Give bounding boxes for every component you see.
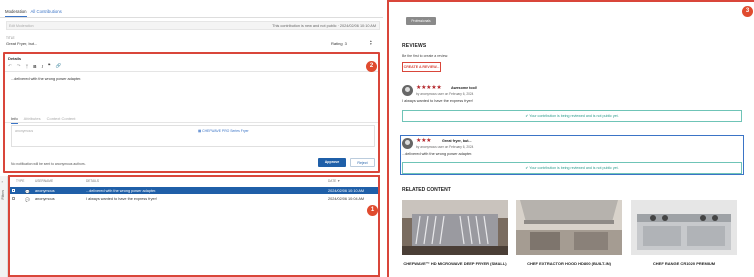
review-pending-notice: ✔ Your contribution is being reviewed an… <box>402 110 742 122</box>
row-username: anonymous <box>35 188 55 193</box>
row-username: anonymous <box>35 196 55 201</box>
notice-text: Your contribution is being reviewed and … <box>529 166 619 170</box>
table-header: TYPE USERNAME DETAILS DATE ▼ <box>10 179 378 185</box>
card-title: CHEF RANGE CR1020 PREMIUM <box>652 261 716 266</box>
avatar <box>402 138 413 149</box>
create-review-button[interactable]: CREATE A REVIEW... <box>402 62 441 72</box>
row-details: ...delivered with the wrong power adapte… <box>86 188 157 193</box>
column-username[interactable]: USERNAME <box>35 179 53 183</box>
tab-moderation[interactable]: Moderation <box>5 9 27 17</box>
column-details[interactable]: DETAILS <box>86 179 99 183</box>
status-text: This contribution is new and not public … <box>272 24 376 28</box>
category-tag: Professionals <box>406 17 436 25</box>
status-bar: Edit Moderation This contribution is new… <box>6 21 380 30</box>
column-type[interactable]: TYPE <box>16 179 24 183</box>
reject-button[interactable]: Reject <box>350 158 375 167</box>
edit-moderation-button[interactable]: Edit Moderation <box>9 24 49 29</box>
review-text: I always wanted to have the express frye… <box>402 99 473 103</box>
moderation-panel: Moderation All Contributions Edit Modera… <box>0 0 383 277</box>
review-title: Great fryer, but... <box>442 139 472 143</box>
rating-field[interactable]: Rating 3 <box>331 41 347 46</box>
tab-all-contributions[interactable]: All Contributions <box>31 9 62 17</box>
toolbar-divider <box>5 71 378 72</box>
editor-toolbar: ↶ ↷ ᛉ B I ❝ 🔗 <box>8 63 61 69</box>
check-circle-icon: ✔ <box>525 166 529 170</box>
redo-icon[interactable]: ↷ <box>17 63 21 69</box>
notification-hint: No notification will be sent to anonymou… <box>11 162 86 166</box>
subtab-divider <box>5 122 378 123</box>
chevron-down-icon[interactable]: ▾ <box>370 42 372 46</box>
author-field: anonymous <box>15 129 34 133</box>
table-row[interactable]: 💬 anonymous I always wanted to have the … <box>10 195 378 202</box>
table-row[interactable]: 💬 anonymous ...delivered with the wrong … <box>10 187 378 194</box>
title-label: TITLE <box>6 36 15 40</box>
context-link-label: CHEFWAVE PRO Series Fryer <box>202 129 249 133</box>
details-label: Details <box>8 56 22 61</box>
details-textarea[interactable]: ...delivered with the wrong power adapte… <box>11 77 81 81</box>
review-byline: by anonymous user on February 6, 2024 <box>416 145 474 149</box>
rating-label: Rating <box>331 41 343 46</box>
link-icon[interactable]: 🔗 <box>55 63 61 69</box>
star-rating: ★★★★★ <box>416 85 442 91</box>
reviews-heading: REVIEWS <box>402 43 427 49</box>
extractor-hood-image <box>516 200 622 255</box>
filters-sidebar[interactable]: › Filters <box>0 176 8 277</box>
related-heading: RELATED CONTENT <box>402 187 451 193</box>
review-item: ★★★★★ Awesome tool! by anonymous user on… <box>402 85 742 105</box>
check-circle-icon: ✔ <box>525 114 529 118</box>
undo-icon[interactable]: ↶ <box>8 63 12 69</box>
avatar <box>402 85 413 96</box>
range-image <box>631 200 737 255</box>
callout-badge-2: 2 <box>366 61 377 72</box>
rating-value: 3 <box>344 41 347 46</box>
row-date: 2024/02/06 10:04 AM <box>328 196 365 201</box>
row-checkbox[interactable] <box>12 189 15 192</box>
row-checkbox[interactable] <box>12 197 15 200</box>
quote-icon[interactable]: ❝ <box>48 63 50 69</box>
review-byline: by anonymous user on February 6, 2024 <box>416 92 474 96</box>
comment-icon: 💬 <box>25 189 30 194</box>
preview-panel: Professionals REVIEWS Be the first to cr… <box>387 0 754 277</box>
bold-icon[interactable]: B <box>33 64 36 69</box>
be-first-text: Be the first to create a review. <box>402 54 449 58</box>
rating-stepper[interactable]: ▴ ▾ <box>370 39 372 46</box>
contribution-table: TYPE USERNAME DETAILS DATE ▼ 💬 anonymous… <box>8 175 380 277</box>
notice-text: Your contribution is being reviewed and … <box>529 114 619 118</box>
heading-style-icon[interactable]: ᛉ <box>26 64 29 69</box>
tab-divider <box>0 17 383 18</box>
related-card[interactable]: CHEFWAVE™ HD MICROWAVE DEEP FRYER (SMALL… <box>402 200 508 266</box>
context-link[interactable]: ▦ CHEFWAVE PRO Series Fryer <box>198 129 249 133</box>
row-date: 2024/02/06 10:10 AM <box>328 188 365 193</box>
star-rating: ★★★ <box>416 138 432 144</box>
card-title: CHEFWAVE™ HD MICROWAVE DEEP FRYER (SMALL… <box>403 261 507 266</box>
italic-icon[interactable]: I <box>42 64 44 69</box>
review-pending-notice: ✔ Your contribution is being reviewed an… <box>402 162 742 174</box>
review-item: ★★★ Great fryer, but... by anonymous use… <box>402 138 742 158</box>
column-date[interactable]: DATE ▼ <box>328 179 340 183</box>
chevron-right-icon[interactable]: › <box>2 179 3 184</box>
approve-button[interactable]: Approve <box>318 158 346 167</box>
info-box: anonymous ▦ CHEFWAVE PRO Series Fryer <box>11 125 375 147</box>
filters-label: Filters <box>1 190 5 200</box>
related-card[interactable]: CHEF RANGE CR1020 PREMIUM <box>631 200 737 266</box>
review-title: Awesome tool! <box>451 86 478 90</box>
callout-badge-3: 3 <box>742 6 753 17</box>
title-field[interactable]: Great Fryer, but... <box>6 41 37 46</box>
related-card[interactable]: CHEF EXTRACTOR HOOD HD800 (BUILT-IN) <box>516 200 622 266</box>
contribution-list-area: › Filters TYPE USERNAME DETAILS DATE ▼ 💬… <box>0 173 383 277</box>
review-text: ...delivered with the wrong power adapte… <box>402 152 473 156</box>
details-editor: Details ↶ ↷ ᛉ B I ❝ 🔗 ...delivered with … <box>3 52 380 173</box>
card-title: CHEF EXTRACTOR HOOD HD800 (BUILT-IN) <box>527 261 611 266</box>
callout-badge-1: 1 <box>367 205 378 216</box>
tab-bar: Moderation All Contributions <box>5 9 62 17</box>
row-details: I always wanted to have the express frye… <box>86 196 157 201</box>
fryer-image <box>402 200 508 255</box>
comment-icon: 💬 <box>25 197 30 202</box>
